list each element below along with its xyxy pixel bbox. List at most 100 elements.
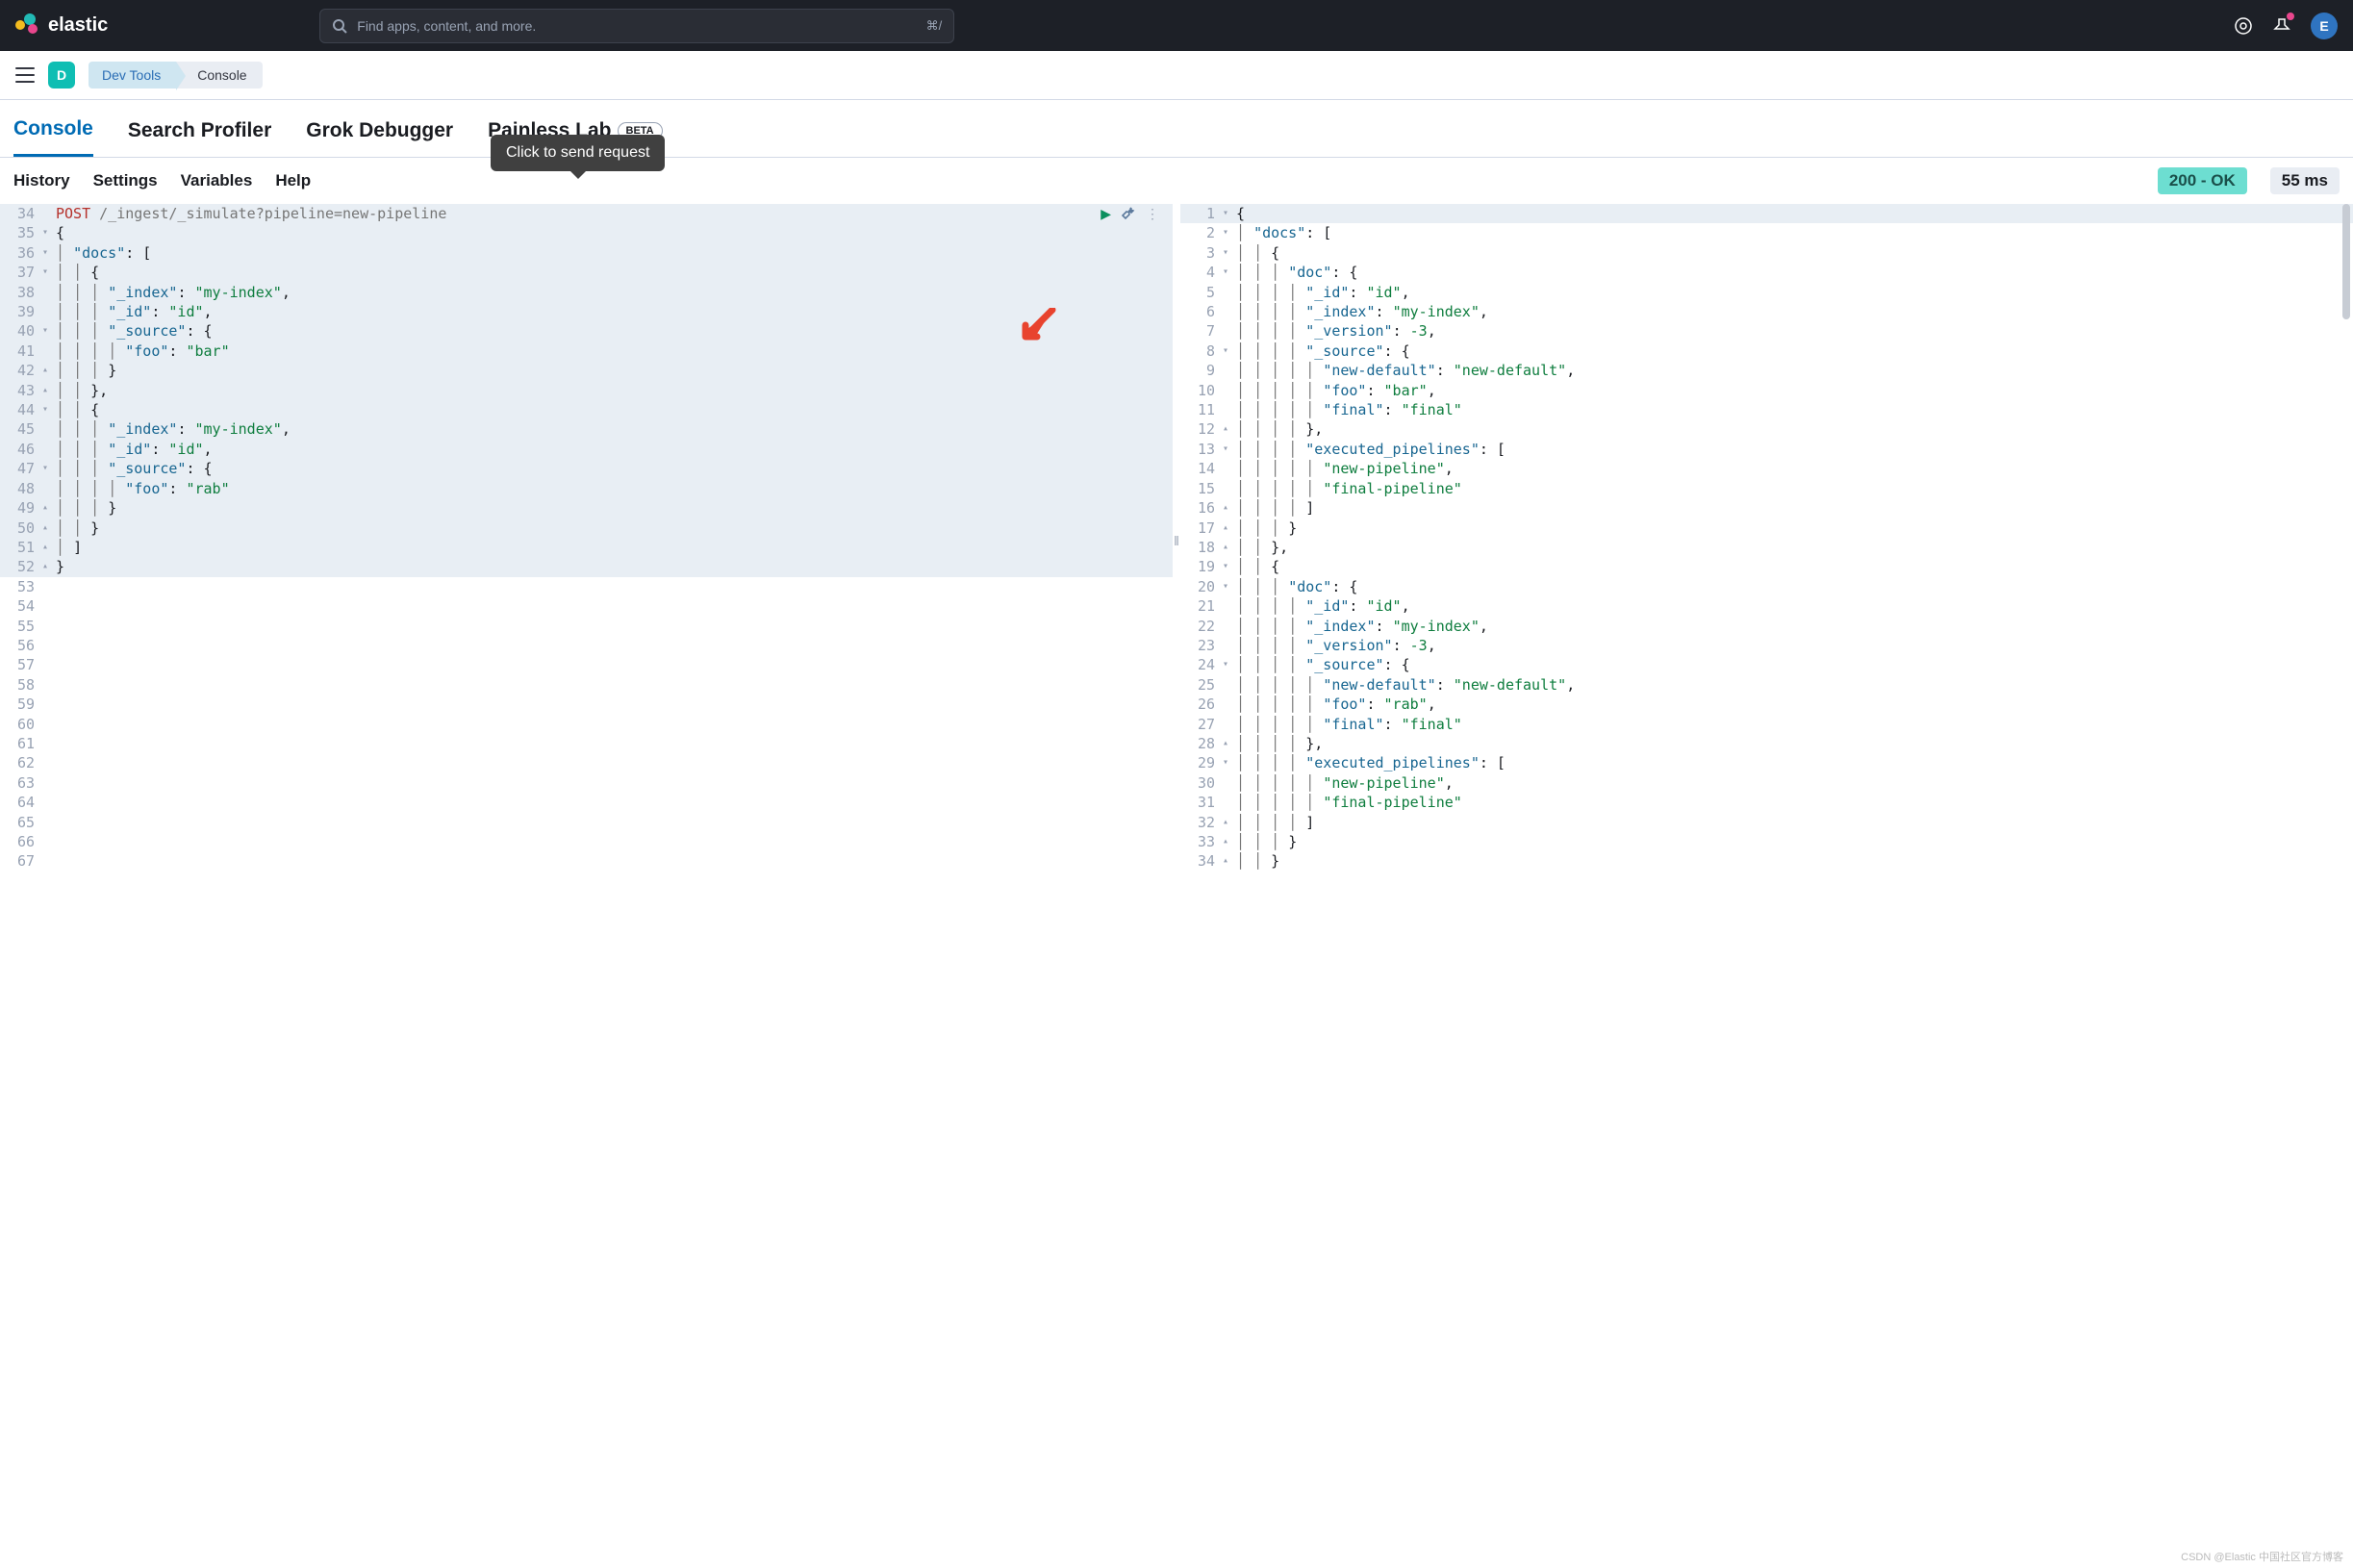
brand-logo[interactable]: elastic	[15, 13, 108, 38]
search-placeholder: Find apps, content, and more.	[357, 18, 536, 34]
code-line[interactable]: 11│ │ │ │ │ "final": "final"	[1180, 400, 2353, 419]
code-line[interactable]: 12▴│ │ │ │ },	[1180, 419, 2353, 439]
code-line[interactable]: 16▴│ │ │ │ ]	[1180, 498, 2353, 518]
sub-header: D Dev Tools Console	[0, 51, 2353, 100]
code-line[interactable]: 27│ │ │ │ │ "final": "final"	[1180, 715, 2353, 734]
code-line[interactable]: 38│ │ │ "_index": "my-index",	[0, 283, 1173, 302]
code-line[interactable]: 59	[0, 695, 1173, 714]
code-line[interactable]: 4▾│ │ │ "doc": {	[1180, 263, 2353, 282]
search-icon	[332, 18, 347, 34]
toolbar-settings[interactable]: Settings	[93, 171, 158, 190]
user-avatar[interactable]: E	[2311, 13, 2338, 39]
code-line[interactable]: 35▾{	[0, 223, 1173, 242]
breadcrumb-devtools[interactable]: Dev Tools	[89, 62, 176, 89]
nav-toggle-icon[interactable]	[15, 67, 35, 83]
code-line[interactable]: 8▾│ │ │ │ "_source": {	[1180, 341, 2353, 361]
code-line[interactable]: 39│ │ │ "_id": "id",	[0, 302, 1173, 321]
code-line[interactable]: 21│ │ │ │ "_id": "id",	[1180, 596, 2353, 616]
code-line[interactable]: 24▾│ │ │ │ "_source": {	[1180, 655, 2353, 674]
code-line[interactable]: 15│ │ │ │ │ "final-pipeline"	[1180, 479, 2353, 498]
code-line[interactable]: 25│ │ │ │ │ "new-default": "new-default"…	[1180, 675, 2353, 695]
more-icon[interactable]: ⋮	[1146, 206, 1159, 222]
code-line[interactable]: 7│ │ │ │ "_version": -3,	[1180, 321, 2353, 341]
toolbar-help[interactable]: Help	[275, 171, 311, 190]
code-line[interactable]: 49▴│ │ │ }	[0, 498, 1173, 518]
code-line[interactable]: 26│ │ │ │ │ "foo": "rab",	[1180, 695, 2353, 714]
code-line[interactable]: 13▾│ │ │ │ "executed_pipelines": [	[1180, 440, 2353, 459]
code-line[interactable]: 2▾│ "docs": [	[1180, 223, 2353, 242]
code-line[interactable]: 18▴│ │ },	[1180, 538, 2353, 557]
watermark: CSDN @Elastic 中国社区官方博客	[2181, 1549, 2343, 1564]
code-line[interactable]: 19▾│ │ {	[1180, 557, 2353, 576]
news-icon[interactable]	[2272, 14, 2291, 37]
code-line[interactable]: 10│ │ │ │ │ "foo": "bar",	[1180, 381, 2353, 400]
code-line[interactable]: 17▴│ │ │ }	[1180, 518, 2353, 538]
code-line[interactable]: 58	[0, 675, 1173, 695]
play-icon[interactable]: ▶	[1101, 206, 1111, 222]
code-line[interactable]: 5│ │ │ │ "_id": "id",	[1180, 283, 2353, 302]
pane-resizer[interactable]: ‖	[1173, 204, 1180, 877]
code-line[interactable]: 63	[0, 773, 1173, 793]
code-line[interactable]: 51▴│ ]	[0, 538, 1173, 557]
code-line[interactable]: 47▾│ │ │ "_source": {	[0, 459, 1173, 478]
code-line[interactable]: 46│ │ │ "_id": "id",	[0, 440, 1173, 459]
code-line[interactable]: 30│ │ │ │ │ "new-pipeline",	[1180, 773, 2353, 793]
code-line[interactable]: 31│ │ │ │ │ "final-pipeline"	[1180, 793, 2353, 812]
code-line[interactable]: 67	[0, 851, 1173, 871]
code-line[interactable]: 61	[0, 734, 1173, 753]
code-line[interactable]: 1▾{	[1180, 204, 2353, 223]
scrollbar-thumb[interactable]	[2342, 204, 2350, 319]
search-shortcut: ⌘/	[926, 18, 943, 34]
code-line[interactable]: 56	[0, 636, 1173, 655]
breadcrumb-console[interactable]: Console	[176, 62, 262, 89]
code-line[interactable]: 55	[0, 617, 1173, 636]
breadcrumb: Dev Tools Console	[89, 62, 263, 89]
code-line[interactable]: 32▴│ │ │ │ ]	[1180, 813, 2353, 832]
code-line[interactable]: 43▴│ │ },	[0, 381, 1173, 400]
code-line[interactable]: 62	[0, 753, 1173, 772]
elastic-logo-icon	[15, 13, 40, 38]
code-line[interactable]: 40▾│ │ │ "_source": {	[0, 321, 1173, 341]
code-line[interactable]: 57	[0, 655, 1173, 674]
code-line[interactable]: 20▾│ │ │ "doc": {	[1180, 577, 2353, 596]
code-line[interactable]: 50▴│ │ }	[0, 518, 1173, 538]
code-line[interactable]: 42▴│ │ │ }	[0, 361, 1173, 380]
code-line[interactable]: 6│ │ │ │ "_index": "my-index",	[1180, 302, 2353, 321]
code-line[interactable]: 53	[0, 577, 1173, 596]
wrench-icon[interactable]	[1121, 205, 1136, 223]
code-line[interactable]: 52▴}	[0, 557, 1173, 576]
space-badge[interactable]: D	[48, 62, 75, 89]
tab-search-profiler[interactable]: Search Profiler	[128, 119, 271, 156]
code-line[interactable]: 29▾│ │ │ │ "executed_pipelines": [	[1180, 753, 2353, 772]
code-line[interactable]: 44▾│ │ {	[0, 400, 1173, 419]
help-icon[interactable]	[2234, 16, 2253, 36]
code-line[interactable]: 33▴│ │ │ }	[1180, 832, 2353, 851]
code-line[interactable]: 14│ │ │ │ │ "new-pipeline",	[1180, 459, 2353, 478]
tab-console[interactable]: Console	[13, 117, 93, 157]
response-pane[interactable]: 1▾{2▾│ "docs": [3▾│ │ {4▾│ │ │ "doc": {5…	[1180, 204, 2353, 877]
code-line[interactable]: 23│ │ │ │ "_version": -3,	[1180, 636, 2353, 655]
code-line[interactable]: 66	[0, 832, 1173, 851]
code-line[interactable]: 65	[0, 813, 1173, 832]
code-line[interactable]: 9│ │ │ │ │ "new-default": "new-default",	[1180, 361, 2353, 380]
code-line[interactable]: 34POST /_ingest/_simulate?pipeline=new-p…	[0, 204, 1173, 223]
toolbar-variables[interactable]: Variables	[181, 171, 253, 190]
toolbar-history[interactable]: History	[13, 171, 70, 190]
code-line[interactable]: 22│ │ │ │ "_index": "my-index",	[1180, 617, 2353, 636]
code-line[interactable]: 34▴│ │ }	[1180, 851, 2353, 871]
request-pane[interactable]: ▶ ⋮ 34POST /_ingest/_simulate?pipeline=n…	[0, 204, 1173, 877]
code-line[interactable]: 54	[0, 596, 1173, 616]
code-line[interactable]: 3▾│ │ {	[1180, 243, 2353, 263]
code-line[interactable]: 28▴│ │ │ │ },	[1180, 734, 2353, 753]
request-actions: ▶ ⋮	[1101, 204, 1159, 223]
brand-text: elastic	[48, 14, 108, 37]
global-search-input[interactable]: Find apps, content, and more. ⌘/	[319, 9, 954, 43]
code-line[interactable]: 41│ │ │ │ "foo": "bar"	[0, 341, 1173, 361]
code-line[interactable]: 48│ │ │ │ "foo": "rab"	[0, 479, 1173, 498]
code-line[interactable]: 36▾│ "docs": [	[0, 243, 1173, 263]
code-line[interactable]: 60	[0, 715, 1173, 734]
code-line[interactable]: 45│ │ │ "_index": "my-index",	[0, 419, 1173, 439]
tab-grok-debugger[interactable]: Grok Debugger	[306, 119, 453, 156]
code-line[interactable]: 37▾│ │ {	[0, 263, 1173, 282]
code-line[interactable]: 64	[0, 793, 1173, 812]
